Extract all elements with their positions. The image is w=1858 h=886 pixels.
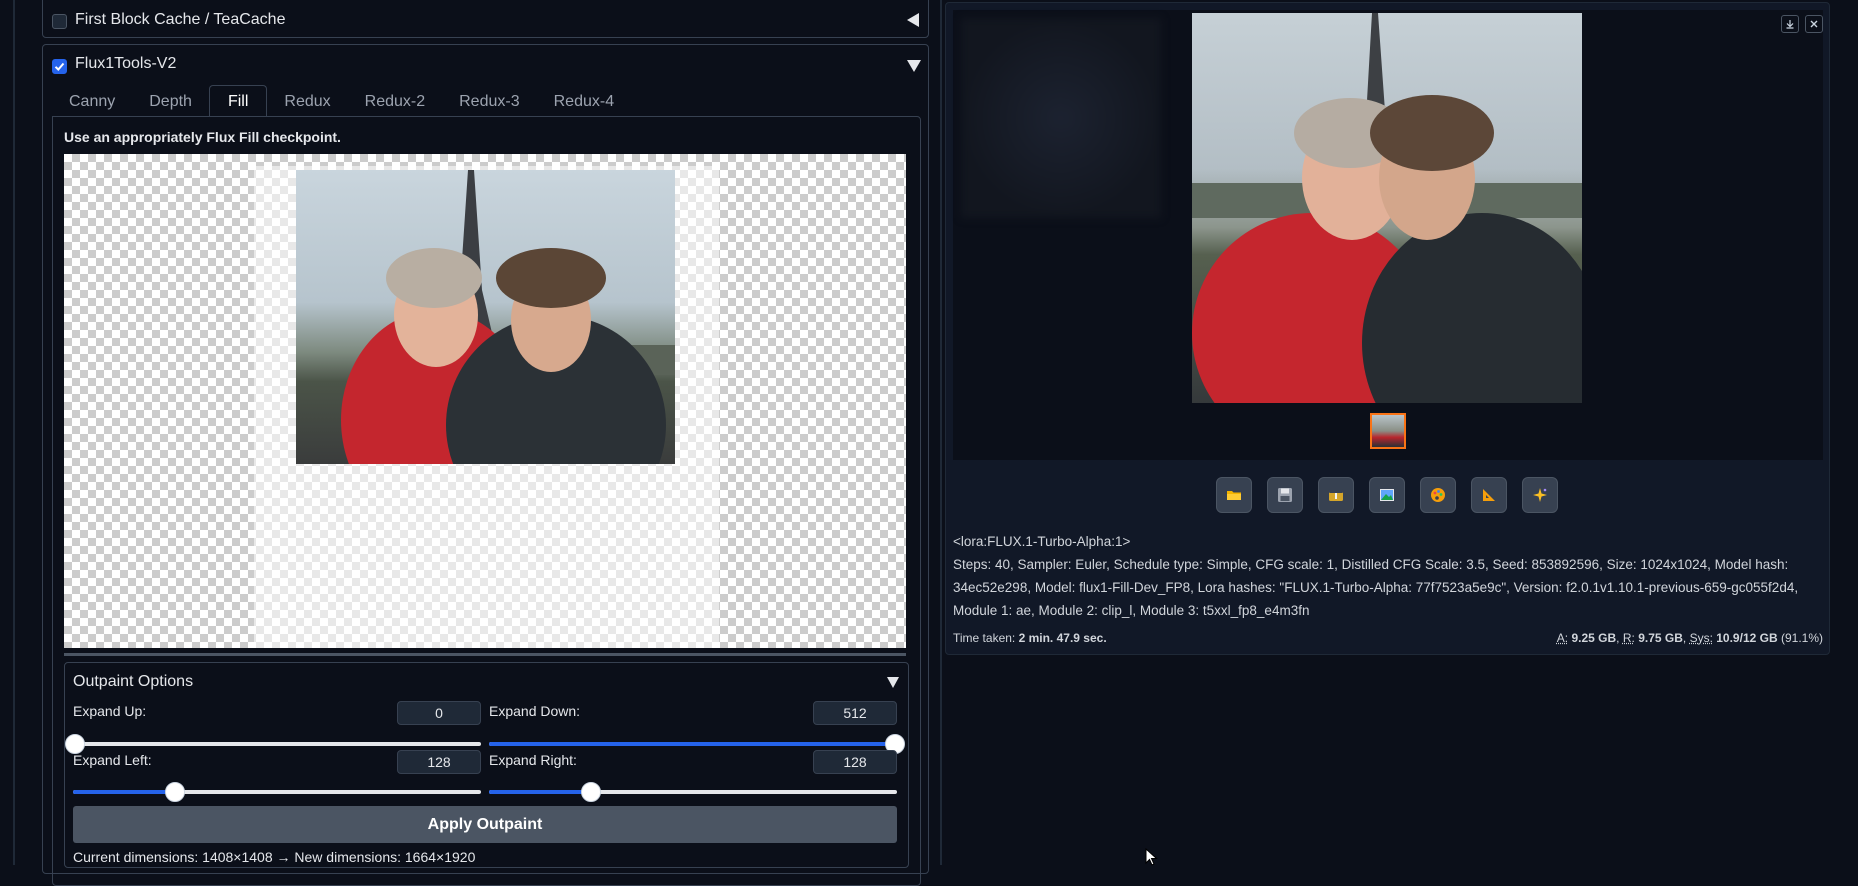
mouse-cursor-icon bbox=[1145, 847, 1159, 870]
expand-right-slider-thumb[interactable] bbox=[581, 782, 601, 802]
tab-fill[interactable]: Fill bbox=[208, 85, 268, 117]
mem-r-label: R: bbox=[1622, 631, 1635, 645]
tab-redux-4[interactable]: Redux-4 bbox=[537, 87, 631, 117]
expand-right-slider-fill bbox=[489, 790, 591, 794]
mem-a-value: 9.25 GB bbox=[1571, 631, 1617, 645]
mem-r-value: 9.75 GB bbox=[1638, 631, 1683, 645]
time-taken-value: 2 min. 47.9 sec. bbox=[1018, 631, 1107, 645]
outpaint-collapse-triangle-icon[interactable] bbox=[887, 677, 899, 688]
first-block-cache-accordion[interactable]: First Block Cache / TeaCache bbox=[42, 0, 929, 38]
expand-up-input[interactable]: 0 bbox=[397, 701, 481, 725]
expand-down-slider[interactable] bbox=[489, 734, 905, 754]
outpaint-options-title: Outpaint Options bbox=[73, 673, 194, 690]
output-toolbar bbox=[1216, 477, 1558, 513]
output-photo-scene bbox=[1192, 13, 1582, 403]
expand-down-slider-fill bbox=[489, 742, 897, 746]
download-icon[interactable] bbox=[1781, 15, 1799, 33]
time-taken-label: Time taken: bbox=[953, 631, 1016, 645]
output-parameters: Steps: 40, Sampler: Euler, Schedule type… bbox=[953, 557, 1799, 618]
tab-redux-3[interactable]: Redux-3 bbox=[442, 87, 536, 117]
expand-right-slider[interactable] bbox=[489, 782, 897, 802]
checkmark-icon bbox=[54, 62, 65, 71]
expand-left-slider[interactable] bbox=[73, 782, 481, 802]
close-icon[interactable] bbox=[1805, 15, 1823, 33]
ruler-icon[interactable] bbox=[1471, 477, 1507, 513]
zip-icon[interactable] bbox=[1318, 477, 1354, 513]
memory-usage: A: 9.25 GB, R: 9.75 GB, Sys: 10.9/12 GB … bbox=[1556, 631, 1823, 645]
time-taken: Time taken: 2 min. 47.9 sec. bbox=[953, 631, 1107, 645]
fill-image-canvas[interactable] bbox=[64, 154, 906, 648]
outpaint-options-panel: Outpaint Options Expand Up: 0 Expand Dow… bbox=[64, 662, 909, 868]
save-icon[interactable] bbox=[1267, 477, 1303, 513]
mem-percent: (91.1%) bbox=[1780, 631, 1823, 645]
flux-tools-tabs: Canny Depth Fill Redux Redux-2 Redux-3 R… bbox=[52, 85, 631, 117]
source-photo bbox=[296, 170, 675, 464]
flux-tools-checkbox[interactable] bbox=[52, 59, 67, 74]
fill-hint-text: Use an appropriately Flux Fill checkpoin… bbox=[64, 129, 341, 145]
expand-right-input[interactable]: 128 bbox=[813, 750, 897, 774]
expand-right-label: Expand Right: bbox=[489, 752, 577, 768]
collapsed-triangle-icon[interactable] bbox=[907, 13, 919, 27]
expand-left-slider-thumb[interactable] bbox=[165, 782, 185, 802]
tab-redux-2[interactable]: Redux-2 bbox=[348, 87, 442, 117]
left-frame-line bbox=[13, 0, 15, 865]
image-icon[interactable] bbox=[1369, 477, 1405, 513]
dimensions-text: Current dimensions: 1408×1408 → New dime… bbox=[73, 849, 476, 865]
expand-up-slider-thumb[interactable] bbox=[65, 734, 85, 754]
palette-icon[interactable] bbox=[1420, 477, 1456, 513]
mem-sys-label: Sys: bbox=[1689, 631, 1713, 645]
mid-frame-line bbox=[940, 0, 942, 865]
expanded-triangle-icon[interactable] bbox=[907, 60, 921, 72]
mem-sys-value: 10.9/12 GB bbox=[1716, 631, 1778, 645]
output-gallery bbox=[953, 10, 1823, 460]
photo-scene bbox=[341, 170, 675, 464]
sparkle-icon[interactable] bbox=[1522, 477, 1558, 513]
flux-tools-title: Flux1Tools-V2 bbox=[75, 55, 177, 72]
expand-left-slider-fill bbox=[73, 790, 175, 794]
output-thumbnail[interactable] bbox=[1370, 413, 1406, 449]
flux-tools-accordion: Flux1Tools-V2 Canny Depth Fill Redux Red… bbox=[42, 44, 929, 886]
first-block-cache-title: First Block Cache / TeaCache bbox=[75, 11, 286, 28]
expand-left-label: Expand Left: bbox=[73, 752, 152, 768]
tab-redux[interactable]: Redux bbox=[267, 87, 347, 117]
tab-depth[interactable]: Depth bbox=[132, 87, 209, 117]
fill-tab-panel: Use an appropriately Flux Fill checkpoin… bbox=[52, 116, 921, 886]
output-panel: <lora:FLUX.1-Turbo-Alpha:1> Steps: 40, S… bbox=[945, 2, 1830, 655]
expand-up-label: Expand Up: bbox=[73, 703, 147, 719]
apply-outpaint-button[interactable]: Apply Outpaint bbox=[73, 806, 897, 843]
blurred-background bbox=[961, 18, 1161, 218]
first-block-cache-checkbox[interactable] bbox=[52, 14, 67, 29]
mem-a-label: A: bbox=[1556, 631, 1569, 645]
folder-icon[interactable] bbox=[1216, 477, 1252, 513]
output-prompt: <lora:FLUX.1-Turbo-Alpha:1> bbox=[953, 534, 1131, 549]
output-image[interactable] bbox=[1192, 13, 1582, 403]
canvas-bottom-divider bbox=[64, 653, 906, 656]
expand-down-label: Expand Down: bbox=[489, 703, 581, 719]
expand-left-input[interactable]: 128 bbox=[397, 750, 481, 774]
expand-down-input[interactable]: 512 bbox=[813, 701, 897, 725]
expand-up-slider[interactable] bbox=[65, 734, 481, 754]
tab-canny[interactable]: Canny bbox=[52, 87, 132, 117]
